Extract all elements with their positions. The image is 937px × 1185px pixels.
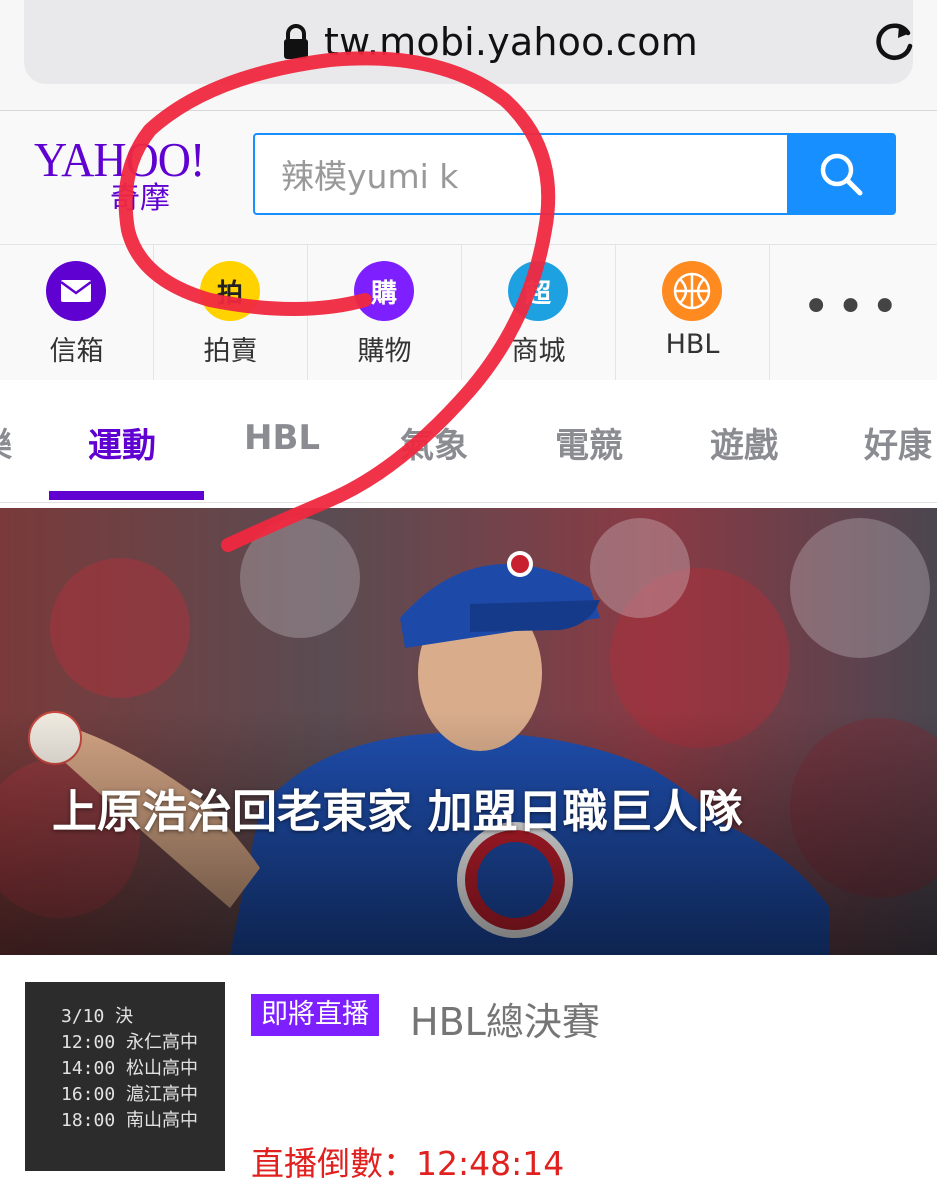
live-countdown: 直播倒數：12:48:14 [251, 1144, 565, 1183]
mail-icon [46, 261, 106, 321]
article-card[interactable]: 3/10 決 12:00 永仁高中 14:00 松山高中 16:00 滬江高中 … [0, 955, 937, 1183]
logo-wordmark: YAHOO! [34, 132, 205, 187]
live-soon-badge: 即將直播 [251, 994, 379, 1036]
thumbnail-schedule-text: 3/10 決 12:00 永仁高中 14:00 松山高中 16:00 滬江高中 … [61, 1006, 199, 1131]
more-icon: ••• [802, 279, 905, 335]
shortcut-bar: 信箱 拍 拍賣 購 購物 超 商城 HBL ••• [0, 244, 937, 381]
shopping-icon: 購 [354, 261, 414, 321]
tab-entertainment[interactable]: 樂 [0, 418, 12, 467]
category-tabs: 樂 運動 HBL 氣象 電競 遊戲 好康 [0, 380, 937, 503]
url-text: tw.mobi.yahoo.com [324, 20, 698, 64]
tab-weather[interactable]: 氣象 [400, 418, 468, 467]
shortcut-label: 信箱 [49, 336, 104, 367]
shortcut-more[interactable]: ••• [770, 245, 937, 380]
hero-image [0, 508, 937, 955]
tab-sports[interactable]: 運動 [88, 418, 156, 467]
search-icon [820, 153, 862, 196]
shortcut-label: 商城 [511, 336, 566, 367]
shortcut-label: 購物 [357, 336, 412, 367]
yahoo-logo[interactable]: YAHOO! 奇摩 [34, 132, 224, 227]
basketball-icon [662, 261, 722, 321]
shortcut-shopping[interactable]: 購 購物 [308, 245, 462, 380]
url-field[interactable]: tw.mobi.yahoo.com [24, 0, 913, 84]
auction-icon: 拍 [200, 261, 260, 321]
shortcut-mall[interactable]: 超 商城 [462, 245, 616, 380]
shortcut-hbl[interactable]: HBL [616, 245, 770, 380]
active-tab-indicator [49, 491, 204, 500]
mall-icon: 超 [508, 261, 568, 321]
hero-story[interactable]: 上原浩治回老東家 加盟日職巨人隊 [0, 508, 937, 955]
logo-subtitle: 奇摩 [110, 181, 170, 216]
search-box [253, 133, 896, 215]
tab-hbl[interactable]: HBL [244, 418, 320, 458]
article-title[interactable]: HBL總決賽 [410, 991, 600, 1046]
reload-icon[interactable] [872, 16, 918, 64]
search-input[interactable] [255, 135, 789, 213]
hero-headline[interactable]: 上原浩治回老東家 加盟日職巨人隊 [52, 776, 892, 848]
shortcut-label: HBL [665, 329, 720, 360]
tab-deals[interactable]: 好康 [864, 418, 932, 467]
shortcut-mail[interactable]: 信箱 [0, 245, 154, 380]
shortcut-auction[interactable]: 拍 拍賣 [154, 245, 308, 380]
article-thumbnail: 3/10 決 12:00 永仁高中 14:00 松山高中 16:00 滬江高中 … [25, 982, 225, 1171]
site-header: YAHOO! 奇摩 [0, 111, 937, 244]
tab-esports[interactable]: 電競 [555, 418, 623, 467]
tab-games[interactable]: 遊戲 [710, 418, 778, 467]
lock-icon [284, 24, 308, 59]
shortcut-label: 拍賣 [203, 336, 258, 367]
browser-address-bar: tw.mobi.yahoo.com [0, 0, 937, 111]
search-button[interactable] [787, 135, 894, 213]
